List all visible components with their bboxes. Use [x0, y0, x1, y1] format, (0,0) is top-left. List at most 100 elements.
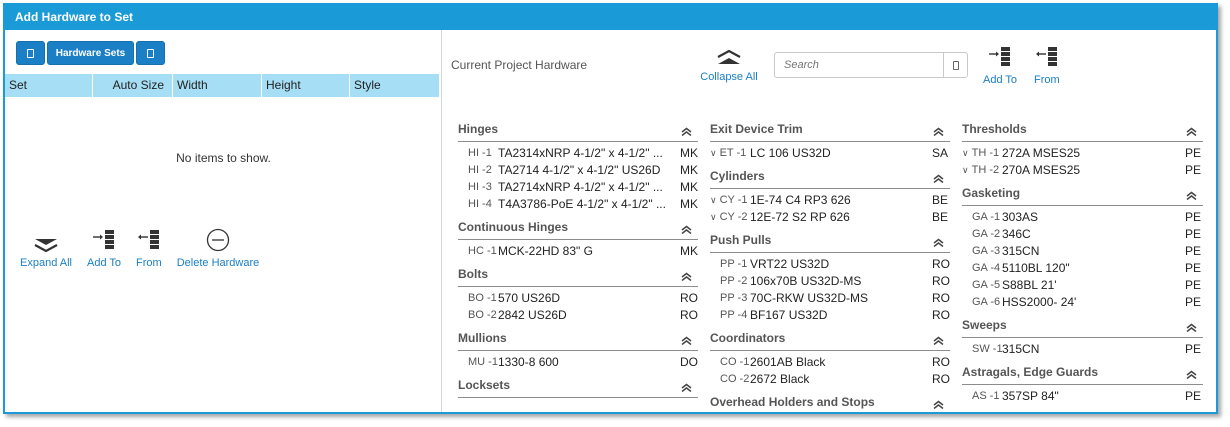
hardware-item-row[interactable]: PP -1 VRT22 US32D RO [710, 255, 950, 272]
add-to-button-right[interactable]: Add To [983, 45, 1017, 86]
collapse-category-icon[interactable] [933, 172, 944, 183]
category-name: Continuous Hinges [458, 220, 568, 234]
item-manufacturer: PE [1185, 277, 1202, 292]
category-header[interactable]: Sweeps [962, 313, 1203, 338]
collapse-category-icon[interactable] [1186, 368, 1197, 379]
hardware-item-row[interactable]: GA -6 HSS2000- 24' PE [962, 293, 1203, 310]
category-header[interactable]: Thresholds [962, 117, 1203, 142]
collapse-category-icon[interactable] [681, 381, 692, 392]
hardware-item-row[interactable]: MU -1 1330-8 600 DO [458, 353, 698, 370]
category-items: HC -1 MCK-22HD 83" G MK [458, 240, 698, 262]
category-header[interactable]: Exit Device Trim [710, 117, 950, 142]
collapse-category-icon[interactable] [681, 125, 692, 136]
dialog-title: Add Hardware to Set [5, 5, 1216, 30]
item-code: GA -2 [972, 227, 1001, 240]
category-name: Push Pulls [710, 233, 772, 247]
category-header[interactable]: Cylinders [710, 164, 950, 189]
delete-hardware-button[interactable]: Delete Hardware [177, 226, 259, 269]
hardware-item-row[interactable]: PP -3 70C-RKW US32D-MS RO [710, 289, 950, 306]
hardware-item-row[interactable]: GA -4 5110BL 120" PE [962, 259, 1203, 276]
hardware-item-row[interactable]: HI -1 TA2314xNRP 4-1/2" x 4-1/2" ... MK [458, 144, 698, 161]
collapse-category-icon[interactable] [1186, 321, 1197, 332]
category-header[interactable]: Overhead Holders and Stops [710, 390, 950, 412]
chevron-down-icon[interactable]: ∨ [962, 148, 969, 158]
hardware-item-row[interactable]: GA -1 303AS PE [962, 208, 1203, 225]
collapse-all-button[interactable]: Collapse All [699, 49, 759, 83]
hardware-sets-button[interactable]: Hardware Sets [47, 41, 134, 65]
item-code-cell: MU -1 [458, 356, 498, 368]
category-header[interactable]: Locksets [458, 373, 698, 398]
toolbar-left-button[interactable] [16, 41, 45, 65]
item-description: BF167 US32D [750, 307, 828, 322]
item-code: AS -1 [972, 389, 1000, 402]
hardware-item-row[interactable]: BO -2 2842 US26D RO [458, 306, 698, 323]
category-header[interactable]: Gasketing [962, 181, 1203, 206]
collapse-category-icon[interactable] [681, 334, 692, 345]
from-button-left[interactable]: From [136, 226, 162, 269]
hardware-item-row[interactable]: GA -5 S88BL 21' PE [962, 276, 1203, 293]
search-input[interactable] [775, 53, 943, 77]
category-header[interactable]: Bolts [458, 262, 698, 287]
category-header[interactable]: Hinges [458, 117, 698, 142]
category-name: Locksets [458, 378, 511, 392]
hardware-item-row[interactable]: ∨ TH -1 272A MSES25 PE [962, 144, 1203, 161]
category-items: ∨ ET -1 LC 106 US32D SA [710, 142, 950, 164]
search-button[interactable] [943, 53, 967, 77]
hardware-item-row[interactable]: AS -1 357SP 84" PE [962, 387, 1203, 404]
collapse-category-icon[interactable] [933, 334, 944, 345]
hardware-item-row[interactable]: ∨ CY -2 12E-72 S2 RP 626 BE [710, 208, 950, 225]
chevron-down-icon[interactable]: ∨ [962, 165, 969, 175]
hardware-item-row[interactable]: SW -1 315CN PE [962, 340, 1203, 357]
column-header-set[interactable]: Set [5, 74, 93, 97]
column-header-style[interactable]: Style [350, 74, 439, 97]
category-header[interactable]: Push Pulls [710, 228, 950, 253]
collapse-category-icon[interactable] [933, 236, 944, 247]
toolbar-right-button[interactable] [136, 41, 165, 65]
hardware-item-row[interactable]: HI -3 TA2714xNRP 4-1/2" x 4-1/2" ... MK [458, 178, 698, 195]
hardware-item-row[interactable]: CO -2 2672 Black RO [710, 370, 950, 387]
column-header-auto-size[interactable]: Auto Size [93, 74, 173, 97]
expand-all-label: Expand All [20, 257, 72, 269]
expand-all-button[interactable]: Expand All [20, 226, 72, 269]
hardware-item-row[interactable]: BO -1 570 US26D RO [458, 289, 698, 306]
hardware-item-row[interactable]: GA -2 346C PE [962, 225, 1203, 242]
hardware-item-row[interactable]: PP -2 106x70B US32D-MS RO [710, 272, 950, 289]
left-toolbar: Hardware Sets [16, 41, 165, 65]
collapse-category-icon[interactable] [1186, 125, 1197, 136]
hardware-item-row[interactable]: GA -3 315CN PE [962, 242, 1203, 259]
hardware-item-row[interactable]: HC -1 MCK-22HD 83" G MK [458, 242, 698, 259]
item-code-cell: SW -1 [962, 343, 1003, 355]
hardware-item-row[interactable]: CO -1 2601AB Black RO [710, 353, 950, 370]
hardware-item-row[interactable]: HI -4 T4A3786-PoE 4-1/2" x 4-1/2" ... MK [458, 195, 698, 212]
chevron-down-icon[interactable]: ∨ [710, 212, 717, 222]
hardware-column-2: Exit Device Trim ∨ ET -1 LC 106 US32D SA Cyli… [710, 117, 950, 412]
hardware-item-row[interactable]: ∨ CY -1 1E-74 C4 RP3 626 BE [710, 191, 950, 208]
category-header[interactable]: Continuous Hinges [458, 215, 698, 240]
category-header[interactable]: Astragals, Edge Guards [962, 360, 1203, 385]
from-button-right[interactable]: From [1034, 45, 1060, 86]
chevron-down-icon[interactable]: ∨ [710, 148, 717, 158]
hardware-item-row[interactable]: HI -2 TA2714 4-1/2" x 4-1/2" US26D MK [458, 161, 698, 178]
collapse-category-icon[interactable] [681, 270, 692, 281]
category-header[interactable]: Coordinators [710, 326, 950, 351]
item-code: ET -1 [719, 146, 747, 159]
item-manufacturer: RO [680, 290, 698, 305]
item-code: TH -1 [971, 146, 1000, 159]
category-header[interactable]: Mullions [458, 326, 698, 351]
add-to-button-left[interactable]: Add To [87, 226, 121, 269]
collapse-category-icon[interactable] [1186, 189, 1197, 200]
search-box [774, 52, 968, 78]
hardware-item-row[interactable]: PP -4 BF167 US32D RO [710, 306, 950, 323]
hardware-item-row[interactable]: ∨ ET -1 LC 106 US32D SA [710, 144, 950, 161]
category-name: Bolts [458, 267, 488, 281]
category-name: Coordinators [710, 331, 786, 345]
from-icon [137, 230, 159, 249]
collapse-category-icon[interactable] [681, 223, 692, 234]
column-header-height[interactable]: Height [262, 74, 350, 97]
chevron-down-icon[interactable]: ∨ [710, 195, 717, 205]
collapse-category-icon[interactable] [933, 398, 944, 409]
category-items: MU -1 1330-8 600 DO [458, 351, 698, 373]
hardware-item-row[interactable]: ∨ TH -2 270A MSES25 PE [962, 161, 1203, 178]
collapse-category-icon[interactable] [933, 125, 944, 136]
column-header-width[interactable]: Width [173, 74, 262, 97]
